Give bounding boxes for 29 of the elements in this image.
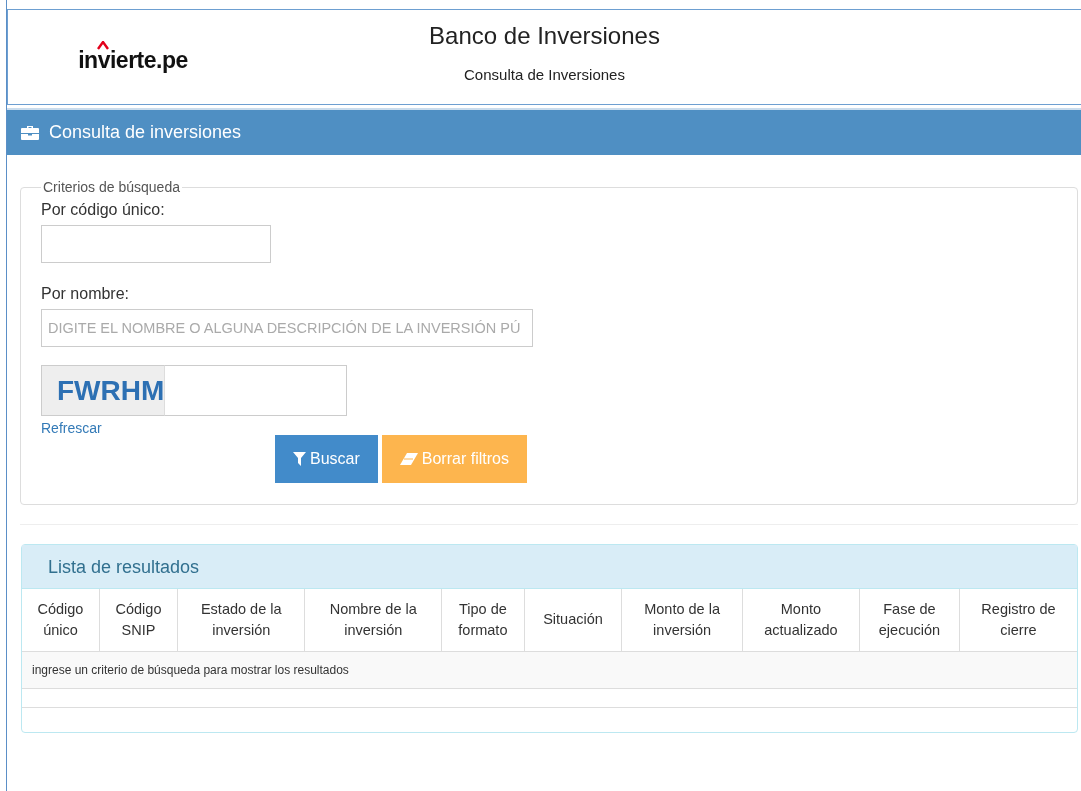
results-title: Lista de resultados [48,557,200,577]
briefcase-icon [21,125,39,140]
column-header: Registro de cierre [959,589,1077,651]
refresh-link[interactable]: Refrescar [41,420,102,436]
column-header: Monto actualizado [742,589,860,651]
captcha-input[interactable] [165,365,348,416]
logo: invierte.pe [78,46,188,73]
column-header: Nombre de la inversión [304,589,442,651]
column-header: Estado de la inversión [177,589,305,651]
column-header: Tipo de formato [441,589,525,651]
filter-icon [293,452,306,466]
empty-message: ingrese un criterio de búsqueda para mostrar los resultados [22,651,1077,688]
column-header: Monto de la inversión [621,589,743,651]
group-legend: Criterios de búsqueda [41,179,182,195]
column-header: Código único [22,589,100,651]
column-header: Código SNIP [99,589,178,651]
column-header: Fase de ejecución [859,589,960,651]
code-input[interactable] [41,225,271,263]
search-button[interactable]: Buscar [275,435,378,483]
field-label: Por código único: [41,201,166,219]
field-label: Por nombre: [41,285,131,303]
page-title: Banco de Inversiones [429,22,660,50]
page-subtitle: Consulta de Inversiones [464,66,625,83]
name-input[interactable]: DIGITE EL NOMBRE O ALGUNA DESCRIPCIÓN DE LA INVERSIÓN PÚ [41,309,533,347]
eraser-icon [399,453,418,465]
panel-title: Consulta de inversiones [49,122,242,143]
captcha-image: FWRHM [41,365,166,416]
caret-icon [97,40,110,50]
column-header: Situación [524,589,622,651]
